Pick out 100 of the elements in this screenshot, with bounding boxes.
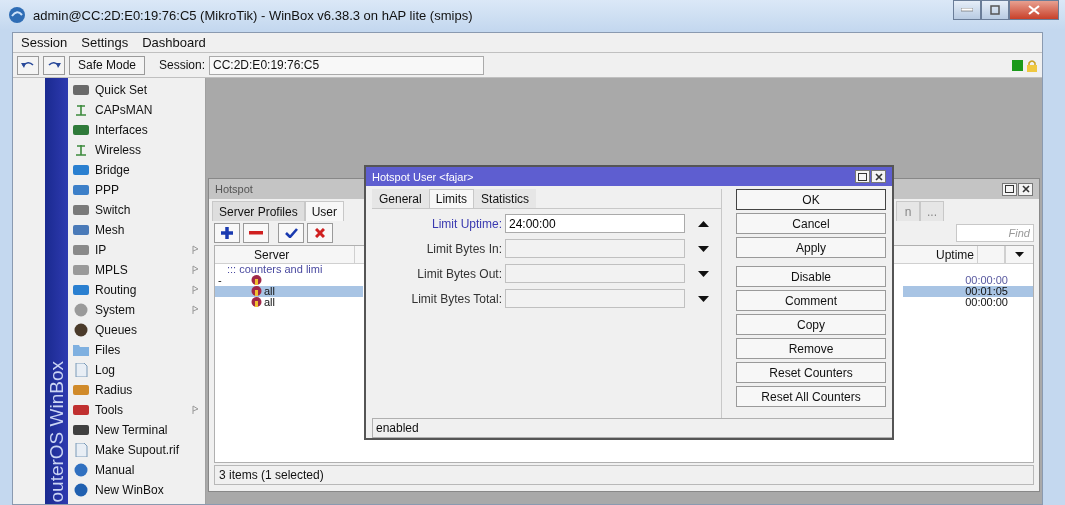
- folder-icon: [72, 343, 90, 357]
- sidebar-item[interactable]: Files: [68, 340, 205, 360]
- table-cell: 00:01:05: [965, 285, 1008, 297]
- sidebar-item[interactable]: Queues: [68, 320, 205, 340]
- table-row[interactable]: 00:01:05: [903, 286, 1033, 297]
- window-title: Hotspot: [215, 183, 253, 195]
- cross-icon: [315, 228, 325, 238]
- dialog-button[interactable]: Reset Counters: [736, 362, 886, 383]
- dialog-button[interactable]: Reset All Counters: [736, 386, 886, 407]
- sidebar-item[interactable]: New Terminal: [68, 420, 205, 440]
- window-title: admin@CC:2D:E0:19:76:C5 (MikroTik) - WinBox v6.38.3 on hAP lite (smips): [33, 7, 473, 23]
- sidebar-item[interactable]: Routing: [68, 280, 205, 300]
- comment-text: ::: counters and limi: [226, 264, 323, 275]
- table-row[interactable]: 00:00:00: [903, 297, 1033, 308]
- user-icon: [250, 275, 263, 286]
- sidebar-item[interactable]: Log: [68, 360, 205, 380]
- maximize-icon: [1005, 185, 1014, 193]
- menu-item[interactable]: Session: [21, 35, 68, 50]
- sidebar-item[interactable]: Wireless: [68, 140, 205, 160]
- field-label: Limit Bytes Total:: [410, 291, 503, 306]
- tab[interactable]: General: [372, 189, 429, 208]
- table-row[interactable]: -: [215, 275, 363, 286]
- table-cell: all: [264, 297, 275, 308]
- sidebar-item[interactable]: CAPsMAN: [68, 100, 205, 120]
- undo-button[interactable]: [17, 55, 39, 75]
- redo-button[interactable]: [43, 55, 65, 75]
- app-icon: [8, 6, 26, 24]
- sidebar-item[interactable]: IP: [68, 240, 205, 260]
- session-field[interactable]: CC:2D:E0:19:76:C5: [209, 55, 485, 75]
- dialog-button[interactable]: Apply: [736, 237, 886, 258]
- dialog-button[interactable]: Disable: [736, 266, 886, 287]
- sidebar-item[interactable]: Make Supout.rif: [68, 440, 205, 460]
- sidebar-item[interactable]: Switch: [68, 200, 205, 220]
- plus-icon: [221, 227, 233, 239]
- user-icon: [250, 297, 263, 308]
- sidebar-item[interactable]: MPLS: [68, 260, 205, 280]
- tab[interactable]: Statistics: [474, 189, 537, 208]
- status-text: 3 items (1 selected): [219, 468, 324, 482]
- input-field[interactable]: 24:00:00: [505, 214, 685, 233]
- add-button[interactable]: [214, 223, 240, 243]
- sidebar-item[interactable]: PPP: [68, 180, 205, 200]
- sidebar-item[interactable]: New WinBox: [68, 480, 205, 500]
- brand-label: outerOS WinBox: [45, 360, 68, 502]
- maximize-button[interactable]: [1002, 182, 1017, 196]
- field-label: Limit Bytes Out:: [416, 266, 503, 281]
- user-icon: [250, 286, 263, 297]
- status-square-icon: [1012, 59, 1023, 71]
- remove-button[interactable]: [243, 223, 269, 243]
- dialog-button[interactable]: Copy: [736, 314, 886, 335]
- undo-icon: [21, 60, 35, 70]
- find-field[interactable]: Find: [956, 224, 1034, 242]
- close-button[interactable]: [1018, 182, 1033, 196]
- close-button[interactable]: [1009, 0, 1059, 20]
- table-row[interactable]: all: [215, 297, 363, 308]
- document-icon: [72, 363, 90, 377]
- maximize-button[interactable]: [855, 170, 870, 183]
- caret-icon: [697, 270, 709, 277]
- table-cell: 00:00:00: [965, 274, 1008, 286]
- sidebar-item[interactable]: Tools: [68, 400, 205, 420]
- dialog-button[interactable]: Remove: [736, 338, 886, 359]
- table-row[interactable]: all: [215, 286, 363, 297]
- enable-button[interactable]: [278, 223, 304, 243]
- tab[interactable]: Limits: [428, 189, 475, 208]
- dialog-button[interactable]: Comment: [736, 290, 886, 311]
- disable-button[interactable]: [307, 223, 333, 243]
- menu-item[interactable]: Dashboard: [142, 35, 206, 50]
- dialog-button[interactable]: Cancel: [736, 213, 886, 234]
- input-field[interactable]: [505, 264, 685, 283]
- sidebar-item[interactable]: Mesh: [68, 220, 205, 240]
- sidebar-item[interactable]: Manual: [68, 460, 205, 480]
- column-header[interactable]: Server: [250, 246, 355, 263]
- minus-icon: [249, 231, 263, 235]
- status-text: enabled: [376, 421, 419, 435]
- lock-icon: [1026, 58, 1038, 72]
- sidebar-item[interactable]: Quick Set: [68, 80, 205, 100]
- tab[interactable]: Server Profiles: [212, 201, 305, 221]
- tab[interactable]: User: [304, 201, 345, 221]
- caret-icon: [697, 295, 709, 302]
- maximize-icon: [858, 172, 867, 181]
- sidebar-item[interactable]: System: [68, 300, 205, 320]
- document-icon: [72, 443, 90, 457]
- sidebar-item[interactable]: Radius: [68, 380, 205, 400]
- sidebar-item[interactable]: Bridge: [68, 160, 205, 180]
- dialog-button[interactable]: OK: [736, 189, 886, 210]
- table-row[interactable]: 00:00:00: [903, 275, 1033, 286]
- sidebar-item[interactable]: Interfaces: [68, 120, 205, 140]
- maximize-icon: [990, 5, 1000, 15]
- close-icon: [874, 172, 883, 181]
- close-button[interactable]: [871, 170, 886, 183]
- safe-mode-button[interactable]: Safe Mode: [69, 55, 145, 75]
- up-caret-icon: [697, 220, 709, 227]
- minimize-button[interactable]: [953, 0, 981, 20]
- field-label: Limit Uptime:: [431, 216, 503, 231]
- input-field[interactable]: [505, 239, 685, 258]
- field-label: Limit Bytes In:: [425, 241, 503, 256]
- menu-item[interactable]: Settings: [81, 35, 129, 50]
- check-icon: [284, 228, 298, 238]
- flag-text: -: [218, 274, 222, 286]
- input-field[interactable]: [505, 289, 685, 308]
- session-label: Session:: [159, 58, 206, 72]
